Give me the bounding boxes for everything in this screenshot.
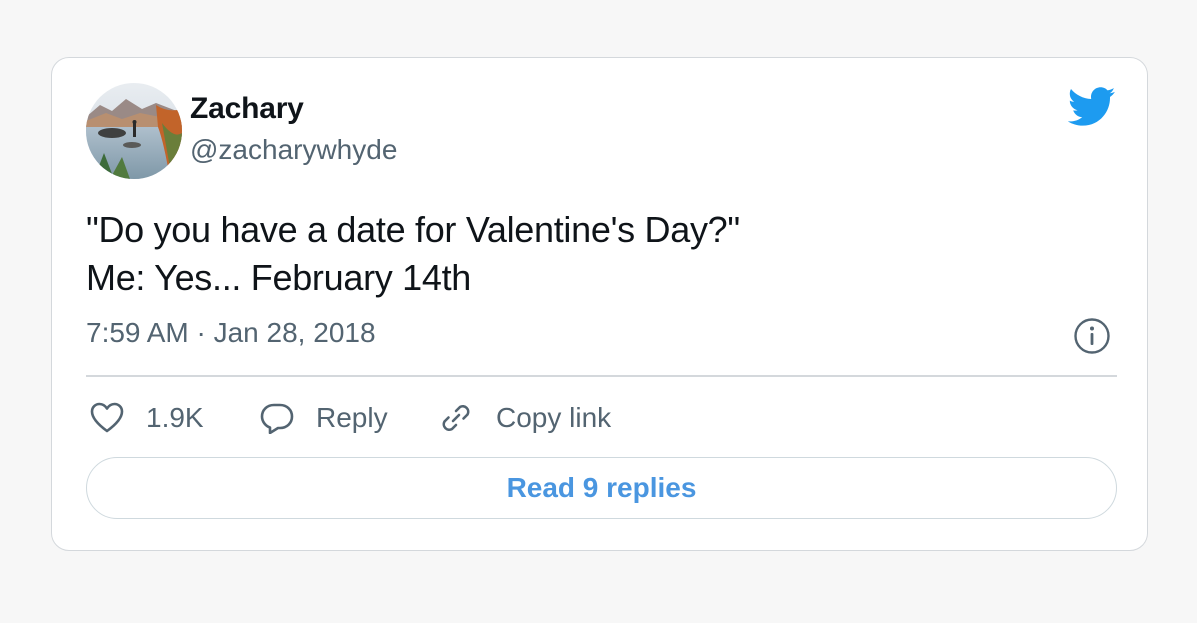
avatar[interactable] — [86, 83, 182, 179]
author-name[interactable]: Zachary — [190, 92, 304, 126]
like-button[interactable]: 1.9K — [90, 396, 204, 440]
reply-button[interactable]: Reply — [260, 396, 388, 440]
info-icon[interactable] — [1073, 317, 1111, 355]
avatar-image — [86, 83, 182, 179]
heart-icon — [90, 402, 124, 433]
copy-link-label: Copy link — [496, 402, 612, 433]
divider — [86, 375, 1117, 377]
copy-link-button[interactable]: Copy link — [438, 396, 611, 440]
tweet-text-line: "Do you have a date for Valentine's Day?… — [86, 209, 740, 250]
reply-label: Reply — [316, 402, 388, 433]
link-icon — [442, 405, 470, 431]
twitter-bird-icon[interactable] — [1067, 87, 1116, 127]
tweet-text-line: Me: Yes... February 14th — [86, 257, 472, 298]
read-replies-button[interactable]: Read 9 replies — [86, 457, 1117, 519]
tweet-timestamp[interactable]: 7:59 AM · Jan 28, 2018 — [86, 317, 376, 349]
author-handle[interactable]: @zacharywhyde — [190, 134, 397, 166]
speech-bubble-icon — [260, 403, 294, 434]
tweet-card: Zachary @zacharywhyde "Do you have a dat… — [51, 57, 1148, 551]
like-count: 1.9K — [146, 402, 204, 433]
tweet-text: "Do you have a date for Valentine's Day?… — [86, 206, 740, 302]
